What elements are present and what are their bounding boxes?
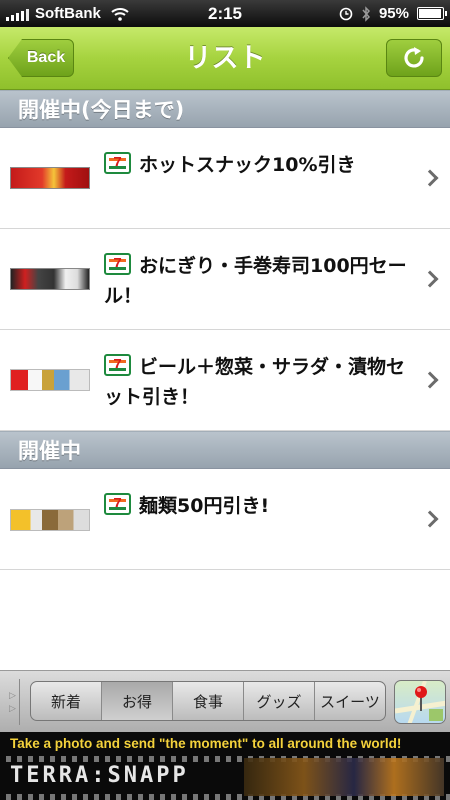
signal-icon [6,7,29,21]
list-item[interactable]: 7 麺類50円引き! [0,469,450,570]
tab-deals[interactable]: お得 [102,682,173,720]
refresh-icon [404,47,424,68]
item-title: おにぎり・手巻寿司100円セール！ [104,255,407,307]
battery-icon [417,7,447,20]
chevron-right-icon [421,371,439,389]
chevron-right-icon [421,270,439,288]
item-title: 麺類50円引き! [139,495,270,517]
battery-percent: 95% [378,5,409,22]
list-item[interactable]: 7 おにぎり・手巻寿司100円セール！ [0,229,450,330]
back-button[interactable]: Back [8,39,74,77]
tab-goods[interactable]: グッズ [244,682,315,720]
wifi-icon [111,7,129,21]
item-title: ホットスナック10%引き [139,154,356,176]
item-thumbnail [10,167,90,189]
seven-eleven-logo-icon: 7 [104,493,131,515]
seven-eleven-logo-icon: 7 [104,152,131,174]
status-bar: SoftBank 2:15 95% [0,0,450,27]
seven-eleven-logo-icon: 7 [104,253,131,275]
ad-brand-logo: TERRA:SNAPP [10,763,189,788]
tab-new[interactable]: 新着 [31,682,102,720]
list-item[interactable]: 7 ビール＋惣菜・サラダ・漬物セット引き！ [0,330,450,431]
item-thumbnail [10,509,90,531]
tab-food[interactable]: 食事 [173,682,244,720]
bluetooth-icon [362,5,370,22]
navigation-bar: Back リスト [0,27,450,90]
ad-tagline: Take a photo and send "the moment" to al… [10,736,402,751]
chevron-right-icon [421,169,439,187]
ad-banner[interactable]: Take a photo and send "the moment" to al… [0,732,450,800]
alarm-icon [339,7,353,20]
refresh-button[interactable] [386,39,442,77]
bottom-toolbar: ▷ ▷ 新着 お得 食事 グッズ スイーツ [0,670,450,732]
map-pin-icon [395,681,445,723]
carrier-label: SoftBank [35,5,101,22]
section-header: 開催中 [0,431,450,469]
tab-sweets[interactable]: スイーツ [315,682,385,720]
seven-eleven-logo-icon: 7 [104,354,131,376]
section-header: 開催中(今日まで) [0,90,450,128]
category-segmented-control: 新着 お得 食事 グッズ スイーツ [30,681,386,721]
item-thumbnail [10,268,90,290]
item-thumbnail [10,369,90,391]
triangle-right-icon: ▷ [9,690,16,701]
list-item[interactable]: 7 ホットスナック10%引き [0,128,450,229]
chevron-right-icon [421,510,439,528]
item-title: ビール＋惣菜・サラダ・漬物セット引き！ [104,356,406,408]
ad-photo-strip [244,758,444,796]
map-button[interactable] [394,680,446,724]
drawer-handle[interactable]: ▷ ▷ [6,679,20,725]
triangle-right-icon: ▷ [9,703,16,714]
